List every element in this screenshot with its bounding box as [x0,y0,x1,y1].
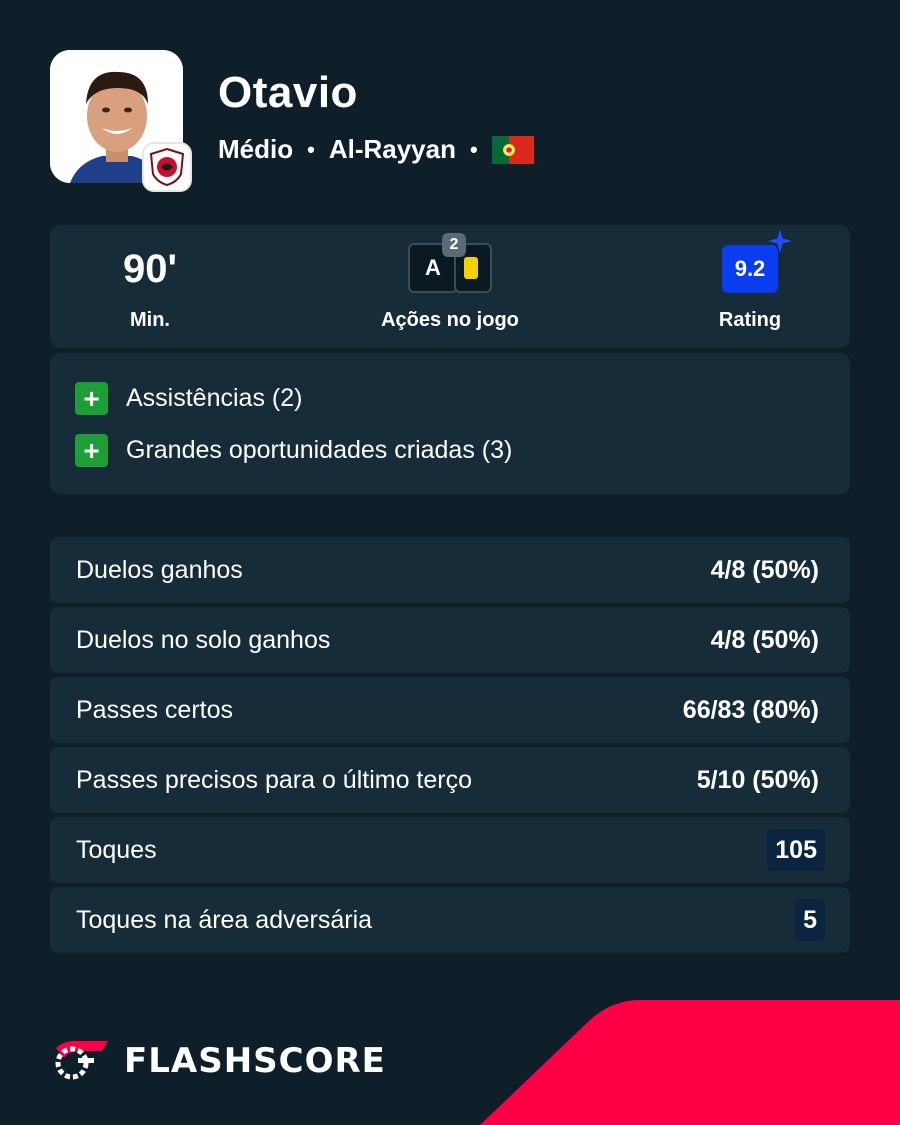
decorative-red-shape [480,1000,900,1125]
flashscore-logo: FLASHSCORE [48,1038,386,1084]
flashscore-logo-icon [55,1041,108,1080]
player-stats-card: Otavio Médio • Al-Rayyan • 90' Min. A 2 … [0,0,900,1125]
brand-name: FLASHSCORE [124,1041,386,1081]
